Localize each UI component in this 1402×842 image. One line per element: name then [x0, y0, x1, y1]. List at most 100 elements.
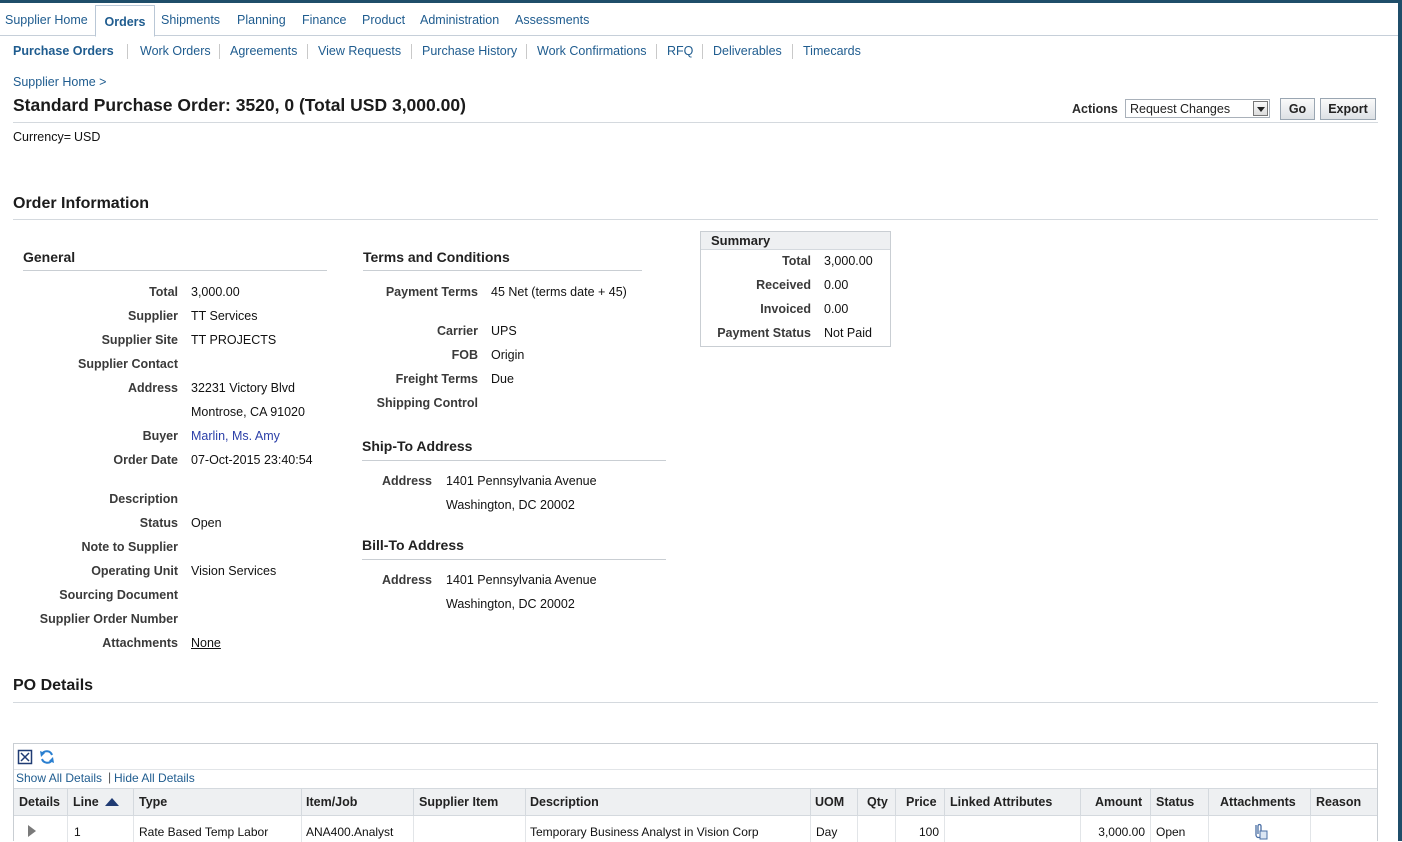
row-divider [413, 816, 414, 842]
refresh-icon[interactable] [39, 749, 55, 765]
po-details-table: Details Line Type Item/Job Supplier Item… [13, 743, 1378, 842]
currency-value: USD [74, 130, 101, 144]
order-date-label: Order Date [113, 453, 178, 467]
window-right-border [1398, 0, 1402, 841]
subtab-purchase-orders[interactable]: Purchase Orders [13, 36, 114, 66]
col-price: Price [906, 795, 937, 809]
tab-finance[interactable]: Finance [302, 3, 346, 35]
operating-unit-label: Operating Unit [91, 564, 178, 578]
ship-to-line1: 1401 Pennsylvania Avenue [446, 474, 597, 488]
bill-to-divider [362, 559, 666, 560]
actions-select-value: Request Changes [1130, 102, 1231, 116]
status-value: Open [191, 516, 222, 530]
general-total-label: Total [149, 285, 178, 299]
row-line: 1 [74, 825, 81, 839]
general-divider [23, 270, 327, 271]
row-price: 100 [918, 825, 939, 839]
hide-all-details-link[interactable]: Hide All Details [114, 771, 195, 785]
col-divider [1150, 789, 1151, 815]
subtab-view-requests[interactable]: View Requests [318, 36, 401, 66]
col-divider [895, 789, 896, 815]
subtab-rfq[interactable]: RFQ [667, 36, 693, 66]
tab-administration[interactable]: Administration [420, 3, 499, 35]
attachment-icon[interactable] [1250, 822, 1268, 840]
po-details-divider [13, 702, 1378, 703]
tab-product[interactable]: Product [362, 3, 405, 35]
currency-label: Currency= [13, 130, 72, 144]
supplier-site-label: Supplier Site [101, 333, 178, 347]
subtab-divider [307, 44, 308, 59]
buyer-link[interactable]: Marlin, Ms. Amy [191, 429, 280, 443]
tab-assessments[interactable]: Assessments [515, 3, 589, 35]
subtab-work-orders[interactable]: Work Orders [140, 36, 211, 66]
go-button[interactable]: Go [1280, 98, 1315, 120]
tab-planning[interactable]: Planning [237, 3, 286, 35]
fob-value: Origin [491, 348, 525, 362]
row-divider [857, 816, 858, 842]
subtab-divider [702, 44, 703, 59]
col-line[interactable]: Line [73, 789, 99, 815]
ship-to-divider [362, 460, 666, 461]
subtab-purchase-history[interactable]: Purchase History [422, 36, 517, 66]
breadcrumb[interactable]: Supplier Home > [13, 75, 106, 89]
description-label: Description [109, 492, 178, 506]
terms-divider [363, 270, 642, 271]
tab-orders[interactable]: Orders [95, 5, 155, 37]
supplier-order-number-label: Supplier Order Number [39, 612, 178, 626]
col-status: Status [1156, 795, 1195, 809]
shipping-control-label: Shipping Control [376, 396, 478, 410]
attachments-label: Attachments [102, 636, 178, 650]
subtab-divider [219, 44, 220, 59]
detach-table-icon[interactable] [17, 749, 33, 765]
general-total-value: 3,000.00 [191, 285, 240, 299]
order-information-heading: Order Information [13, 195, 150, 212]
col-amount: Amount [1095, 795, 1143, 809]
col-divider [67, 789, 68, 815]
export-button[interactable]: Export [1320, 98, 1376, 120]
bill-to-heading: Bill-To Address [362, 537, 464, 553]
title-divider [13, 122, 1378, 123]
col-divider [810, 789, 811, 815]
actions-select[interactable]: Request Changes [1125, 99, 1270, 118]
tab-supplier-home[interactable]: Supplier Home [5, 3, 88, 35]
buyer-label: Buyer [142, 429, 178, 443]
terms-heading: Terms and Conditions [363, 249, 510, 265]
subtab-deliverables[interactable]: Deliverables [713, 36, 782, 66]
row-divider [1310, 816, 1311, 842]
subtab-divider [526, 44, 527, 59]
freight-terms-value: Due [491, 372, 514, 386]
sort-ascending-icon[interactable] [105, 798, 119, 806]
subtab-timecards[interactable]: Timecards [803, 36, 861, 66]
ship-to-heading: Ship-To Address [362, 438, 473, 454]
row-divider [133, 816, 134, 842]
show-all-details-link[interactable]: Show All Details [16, 771, 102, 785]
address-label: Address [127, 381, 178, 395]
summary-total-label: Total [782, 254, 811, 268]
row-divider [944, 816, 945, 842]
page-title: Standard Purchase Order: 3520, 0 (Total … [13, 95, 466, 115]
subtab-divider [792, 44, 793, 59]
col-qty: Qty [867, 795, 888, 809]
subtab-divider [411, 44, 412, 59]
order-date-value: 07-Oct-2015 23:40:54 [191, 453, 313, 467]
subtab-agreements[interactable]: Agreements [230, 36, 297, 66]
tab-shipments[interactable]: Shipments [161, 3, 220, 35]
col-divider [133, 789, 134, 815]
col-divider [525, 789, 526, 815]
row-status: Open [1156, 825, 1186, 839]
operating-unit-value: Vision Services [191, 564, 277, 578]
po-details-heading: PO Details [13, 677, 94, 694]
col-divider [1208, 789, 1209, 815]
summary-payment-status-value: Not Paid [824, 326, 872, 340]
summary-invoiced-label: Invoiced [760, 302, 811, 316]
chevron-down-icon[interactable] [1253, 101, 1268, 116]
summary-heading: Summary [711, 233, 771, 248]
subtab-work-confirmations[interactable]: Work Confirmations [537, 36, 647, 66]
attachments-none-link[interactable]: None [191, 636, 221, 650]
row-divider [1150, 816, 1151, 842]
row-type: Rate Based Temp Labor [139, 825, 269, 839]
expand-row-icon[interactable] [28, 825, 36, 837]
payment-terms-label: Payment Terms [385, 285, 478, 299]
supplier-contact-label: Supplier Contact [77, 357, 178, 371]
row-divider [1080, 816, 1081, 842]
